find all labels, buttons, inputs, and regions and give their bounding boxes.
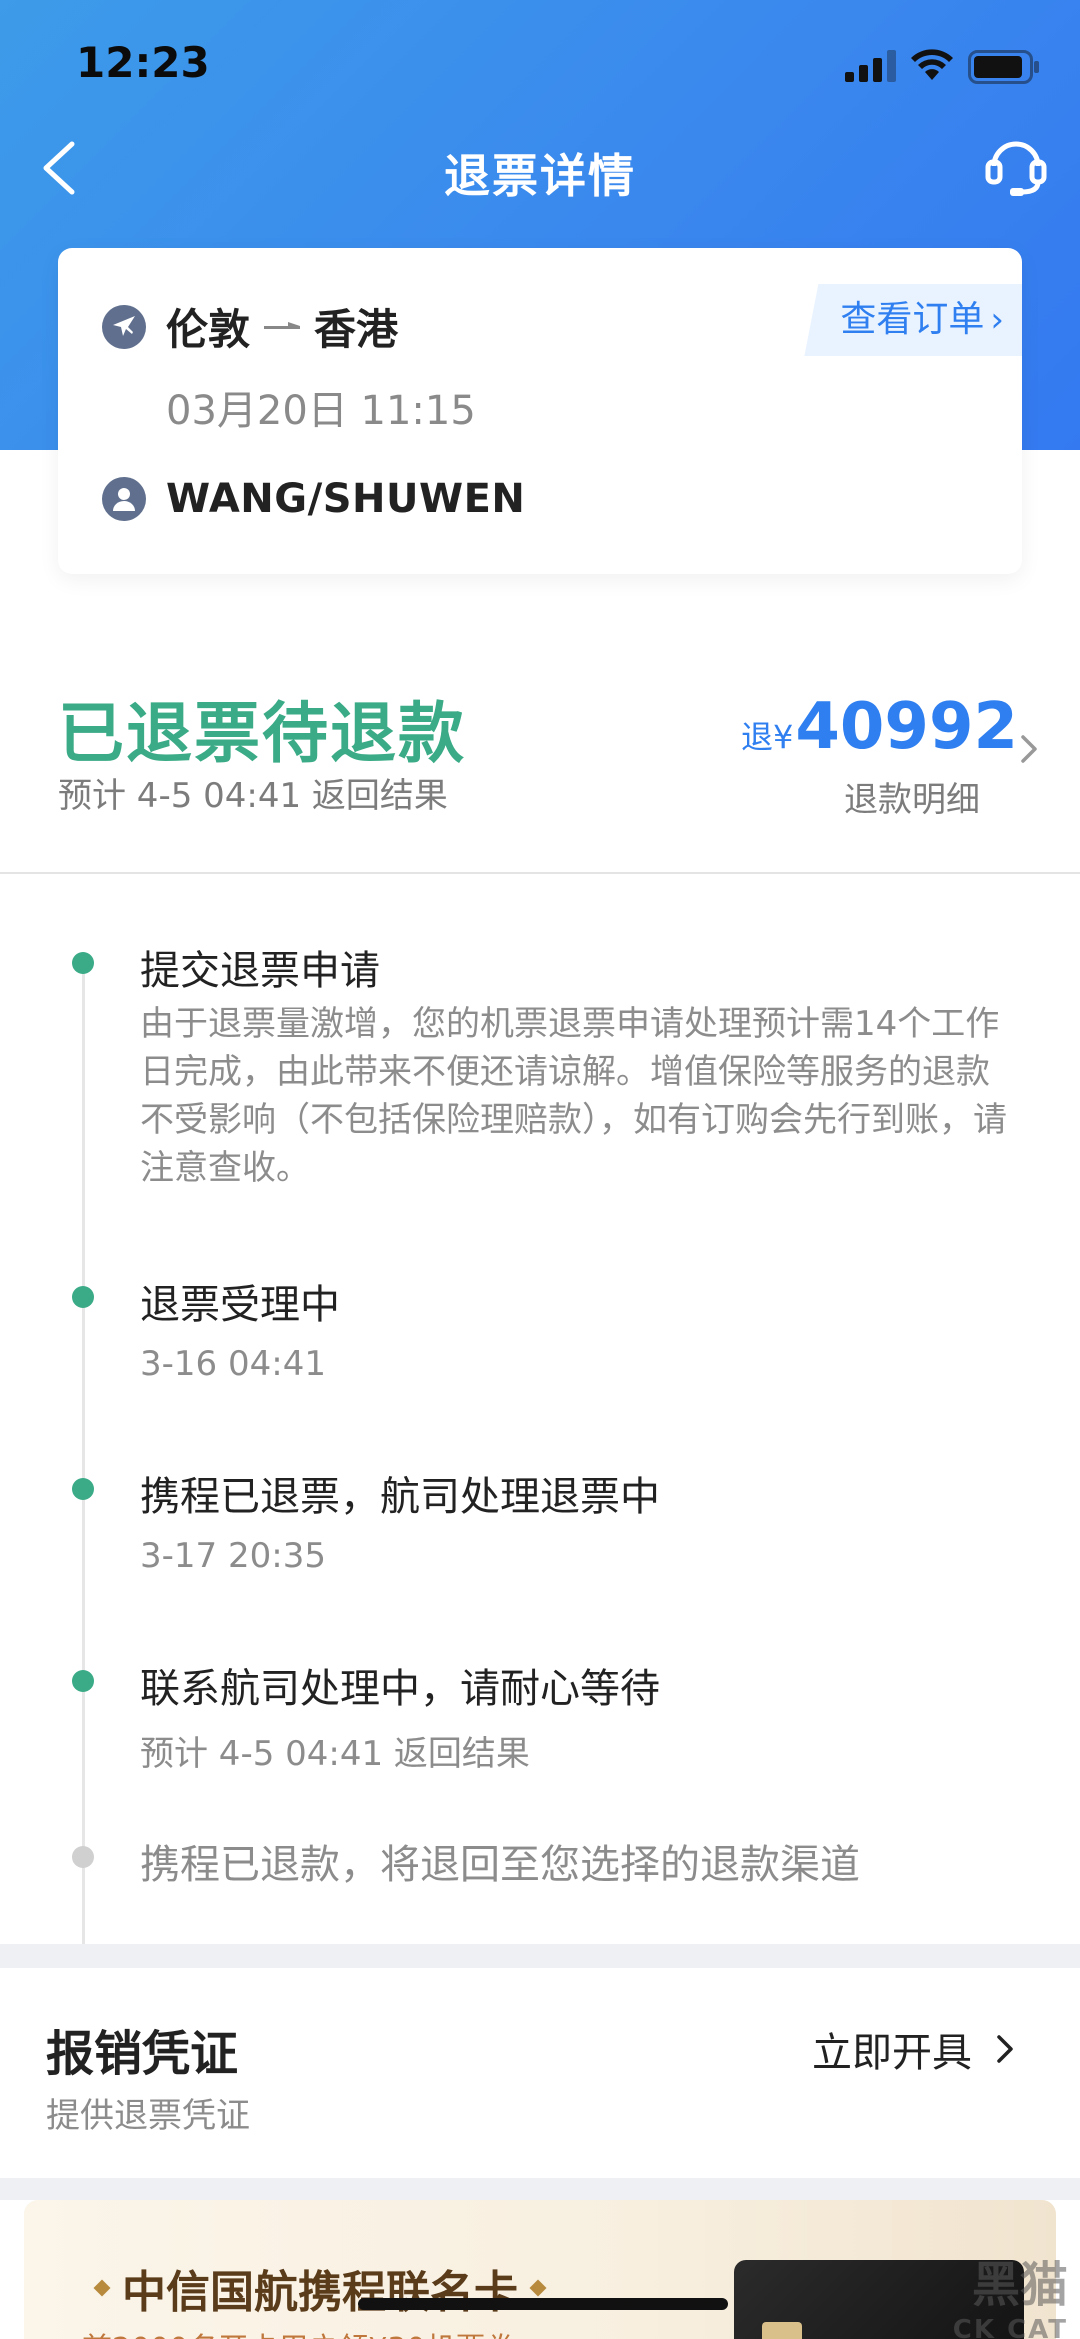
timeline-line <box>82 952 85 1952</box>
diamond-icon <box>93 2279 111 2297</box>
flight-datetime: 03月20日 11:15 <box>166 388 476 434</box>
page-title: 退票详情 <box>444 149 636 203</box>
passenger-name: WANG/SHUWEN <box>166 476 526 522</box>
cellular-signal-icon <box>845 50 896 82</box>
customer-service-icon[interactable] <box>984 130 1048 200</box>
timeline-dot-done <box>72 952 94 974</box>
chevron-right-icon[interactable] <box>1018 732 1040 766</box>
refund-value: 40992 <box>795 690 1018 764</box>
timeline-dot-done <box>72 1670 94 1692</box>
diamond-icon <box>529 2279 547 2297</box>
route-from: 伦敦 <box>166 305 251 354</box>
route: 伦敦 香港 <box>166 296 398 357</box>
chevron-right-icon <box>997 2035 1013 2063</box>
watermark-sub: CK CAT <box>952 2315 1068 2339</box>
wifi-icon <box>911 49 953 80</box>
watermark-text: 黑猫 <box>971 2257 1068 2313</box>
timeline-title: 联系航司处理中，请耐心等待 <box>140 1666 660 1712</box>
section-gap <box>0 2178 1080 2200</box>
issue-invoice-label: 立即开具 <box>812 2030 972 2076</box>
timeline-time: 3-16 04:41 <box>140 1344 326 1384</box>
route-row: 伦敦 香港 <box>102 296 398 357</box>
home-indicator[interactable] <box>358 2298 728 2310</box>
refund-prefix: 退 <box>740 718 773 756</box>
invoice-title: 报销凭证 <box>46 2026 239 2082</box>
invoice-section[interactable]: 报销凭证 提供退票凭证 立即开具 <box>0 1968 1080 2178</box>
refund-timeline: 提交退票申请 由于退票量激增，您的机票退票申请处理预计需14个工作日完成，由此带… <box>0 874 1080 1952</box>
promo-subtitle: 首2000名开卡用户领¥30机票券 <box>82 2324 516 2339</box>
watermark-logo: 黑猫 CK CAT <box>880 2219 1080 2339</box>
chevron-right-icon: › <box>990 300 1004 340</box>
timeline-title: 携程已退款，将退回至您选择的退款渠道 <box>140 1842 860 1888</box>
card-chip-icon <box>762 2322 802 2339</box>
person-icon <box>102 477 146 521</box>
issue-invoice-button[interactable]: 立即开具 <box>812 2020 1016 2078</box>
timeline-title: 退票受理中 <box>140 1282 340 1328</box>
refund-status-section: 已退票待退款 预计 4-5 04:41 返回结果 退 ¥ 40992 退款明细 <box>0 640 1080 872</box>
refund-amount[interactable]: 退 ¥ 40992 <box>741 690 1018 764</box>
section-gap <box>0 1944 1080 1968</box>
status-bar: 12:23 <box>0 0 1080 130</box>
timeline-dot-pending <box>72 1846 94 1868</box>
nav-bar: 退票详情 <box>0 120 1080 220</box>
view-order-label: 查看订单 <box>840 299 985 340</box>
refund-eta: 预计 4-5 04:41 返回结果 <box>58 776 448 816</box>
refund-detail-link[interactable]: 退款明细 <box>844 772 980 821</box>
battery-icon <box>968 50 1039 84</box>
timeline-title: 提交退票申请 <box>140 948 380 994</box>
status-time: 12:23 <box>76 38 210 87</box>
route-arrow-icon <box>264 321 301 329</box>
view-order-button[interactable]: 查看订单 › <box>804 284 1022 356</box>
promo-title-text: 中信国航携程联名卡 <box>122 2267 518 2318</box>
timeline-dot-done <box>72 1478 94 1500</box>
timeline-title: 携程已退票，航司处理退票中 <box>140 1474 660 1520</box>
flight-card: 查看订单 › 伦敦 香港 03月20日 11:15 WANG/SHUWEN <box>58 248 1022 574</box>
timeline-time: 3-17 20:35 <box>140 1536 326 1576</box>
airplane-icon <box>102 304 146 349</box>
invoice-subtitle: 提供退票凭证 <box>46 2096 250 2136</box>
timeline-time: 预计 4-5 04:41 返回结果 <box>140 1734 530 1774</box>
timeline-dot-done <box>72 1286 94 1308</box>
timeline-desc: 由于退票量激增，您的机票退票申请处理预计需14个工作日完成，由此带来不便还请谅解… <box>140 1004 1007 1188</box>
refund-currency: ¥ <box>772 718 794 756</box>
route-to: 香港 <box>314 305 399 354</box>
refund-status-title: 已退票待退款 <box>58 695 466 772</box>
promo-title: 中信国航携程联名卡 <box>82 2256 558 2320</box>
passenger-row: WANG/SHUWEN <box>102 476 525 522</box>
